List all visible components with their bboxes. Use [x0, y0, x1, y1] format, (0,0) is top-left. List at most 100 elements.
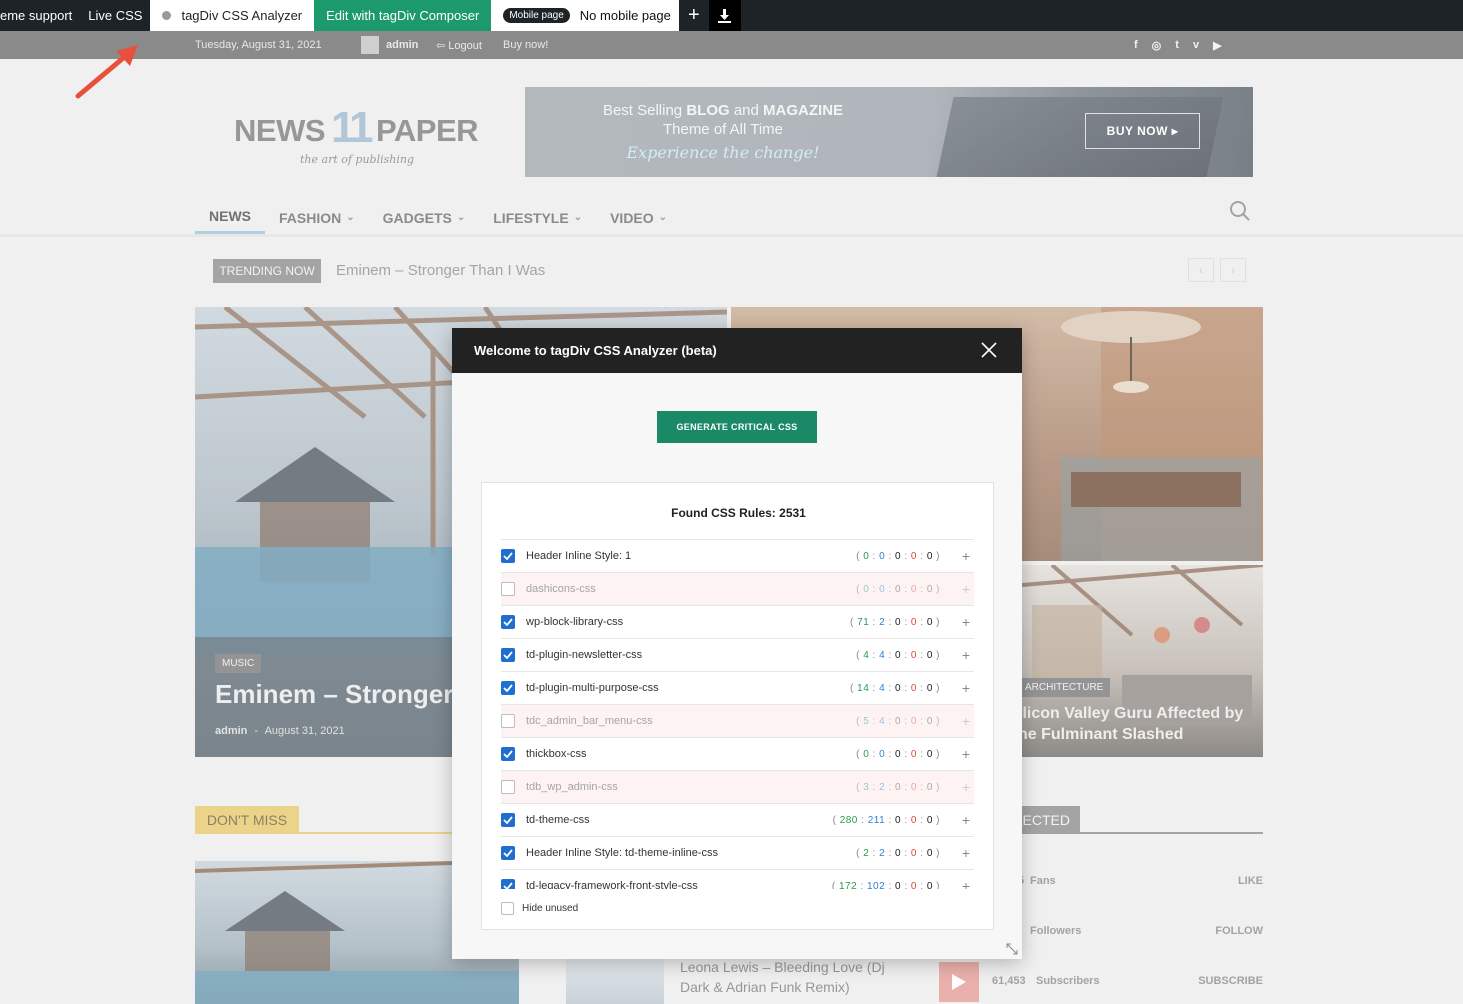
hero-side-title-line1[interactable]: ilicon Valley Guru Affected by [1022, 705, 1243, 723]
css-rule-row[interactable]: wp-block-library-css ( 71 : 2 : 0 : 0 : 0… [501, 605, 974, 638]
instagram-icon[interactable]: ◎ [1152, 39, 1162, 52]
annotation-arrow-icon [75, 45, 138, 99]
follow-button[interactable]: FOLLOW [1215, 925, 1263, 937]
rule-counts: ( 0 : 0 : 0 : 0 : 0 ) [856, 748, 940, 760]
expand-plus-icon[interactable]: + [960, 812, 972, 828]
hero-date: August 31, 2021 [264, 725, 345, 737]
banner-buy-now-button[interactable]: BUY NOW ▸ [1085, 113, 1200, 149]
hide-unused-toggle[interactable]: Hide unused [501, 902, 578, 915]
resize-icon[interactable] [1006, 943, 1018, 955]
rule-checkbox[interactable] [501, 648, 515, 662]
post-title-link[interactable]: Leona Lewis – Bleeding Love (Dj Dark & A… [680, 957, 910, 997]
css-rule-row[interactable]: tdc_admin_bar_menu-css ( 5 : 4 : 0 : 0 : … [501, 704, 974, 737]
post-thumbnail[interactable] [566, 958, 664, 1004]
css-rule-row[interactable]: thickbox-css ( 0 : 0 : 0 : 0 : 0 ) + [501, 737, 974, 770]
rule-checkbox[interactable] [501, 582, 515, 596]
expand-plus-icon[interactable]: + [960, 713, 972, 729]
add-new-button[interactable]: + [679, 0, 709, 31]
youtube-play-icon[interactable] [939, 962, 979, 1002]
css-rule-row[interactable]: tdb_wp_admin-css ( 3 : 2 : 0 : 0 : 0 ) + [501, 770, 974, 803]
css-rule-row[interactable]: dashicons-css ( 0 : 0 : 0 : 0 : 0 ) + [501, 572, 974, 605]
download-button[interactable] [708, 0, 741, 31]
expand-plus-icon[interactable]: + [960, 614, 972, 630]
hero-architecture-post[interactable]: ARCHITECTURE ilicon Valley Guru Affected… [1022, 565, 1263, 757]
rule-checkbox[interactable] [501, 681, 515, 695]
like-button[interactable]: LIKE [1238, 875, 1263, 887]
rule-counts: ( 5 : 4 : 0 : 0 : 0 ) [856, 715, 940, 727]
generate-critical-css-button[interactable]: GENERATE CRITICAL CSS [657, 411, 817, 443]
search-icon[interactable] [1229, 200, 1251, 222]
rule-counts: ( 14 : 4 : 0 : 0 : 0 ) [850, 682, 940, 694]
rule-checkbox[interactable] [501, 846, 515, 860]
hero-side-title-line2[interactable]: he Fulminant Slashed [1022, 726, 1183, 744]
css-rules-list[interactable]: Header Inline Style: 1 ( 0 : 0 : 0 : 0 : … [501, 539, 974, 889]
logo-number[interactable]: 11 [331, 103, 373, 153]
edit-with-composer-button[interactable]: Edit with tagDiv Composer [314, 0, 492, 31]
dont-miss-underline [195, 832, 495, 834]
trending-now-label: TRENDING NOW [213, 259, 321, 283]
admin-user-link[interactable]: admin [386, 39, 418, 51]
css-rule-row[interactable]: td-legacy-framework-front-style-css ( 172… [501, 869, 974, 889]
checkmark-icon [503, 618, 513, 626]
hero-category-badge[interactable]: MUSIC [215, 654, 262, 673]
trending-next-button[interactable]: › [1220, 258, 1246, 282]
subscribe-button[interactable]: SUBSCRIBE [1198, 975, 1263, 987]
css-rule-row[interactable]: Header Inline Style: td-theme-inline-css… [501, 836, 974, 869]
close-icon[interactable] [978, 339, 1000, 361]
css-analyzer-tab[interactable]: tagDiv CSS Analyzer [150, 0, 315, 31]
expand-plus-icon[interactable]: + [960, 878, 972, 889]
rule-checkbox[interactable] [501, 813, 515, 827]
css-rule-row[interactable]: td-theme-css ( 280 : 211 : 0 : 0 : 0 ) + [501, 803, 974, 836]
menu-item-news[interactable]: NEWS [195, 201, 265, 234]
expand-plus-icon[interactable]: + [960, 647, 972, 663]
twitter-icon[interactable]: t [1175, 39, 1179, 52]
expand-plus-icon[interactable]: + [960, 779, 972, 795]
menu-item-video[interactable]: VIDEO ⌄ [596, 201, 681, 234]
rule-checkbox[interactable] [501, 879, 515, 889]
mobile-page-menu[interactable]: Mobile page No mobile page [491, 0, 679, 31]
youtube-icon[interactable]: ▶ [1213, 39, 1221, 52]
vimeo-icon[interactable]: v [1193, 39, 1199, 52]
hero-author[interactable]: admin [215, 725, 247, 737]
scrollbar[interactable] [993, 553, 994, 579]
menu-item-gadgets[interactable]: GADGETS ⌄ [369, 201, 480, 234]
theme-support-link[interactable]: eme support [0, 0, 80, 31]
css-rule-row[interactable]: td-plugin-multi-purpose-css ( 14 : 4 : 0 … [501, 671, 974, 704]
stay-connected-underline [1022, 832, 1263, 834]
buy-now-link[interactable]: Buy now! [503, 39, 548, 51]
hero-main-meta: admin - August 31, 2021 [215, 725, 345, 737]
expand-plus-icon[interactable]: + [960, 680, 972, 696]
rule-checkbox[interactable] [501, 780, 515, 794]
css-rule-row[interactable]: Header Inline Style: 1 ( 0 : 0 : 0 : 0 : … [501, 539, 974, 572]
trending-title-link[interactable]: Eminem – Stronger Than I Was [336, 262, 545, 279]
rule-checkbox[interactable] [501, 615, 515, 629]
hero-side-category-badge[interactable]: ARCHITECTURE [1022, 678, 1111, 697]
admin-bar: eme support Live CSS tagDiv CSS Analyzer… [0, 0, 1463, 31]
live-css-link[interactable]: Live CSS [80, 0, 150, 31]
logo-word-paper[interactable]: PAPER [376, 113, 479, 149]
menu-item-lifestyle[interactable]: LIFESTYLE ⌄ [479, 201, 596, 234]
trending-prev-button[interactable]: ‹ [1188, 258, 1214, 282]
expand-plus-icon[interactable]: + [960, 845, 972, 861]
rule-counts: ( 0 : 0 : 0 : 0 : 0 ) [856, 583, 940, 595]
css-rule-row[interactable]: td-plugin-newsletter-css ( 4 : 4 : 0 : 0 … [501, 638, 974, 671]
logo-tagline: the art of publishing [300, 153, 415, 166]
expand-plus-icon[interactable]: + [960, 746, 972, 762]
social-icons: f ◎ t v ▶ [1134, 39, 1222, 52]
rule-counts: ( 2 : 2 : 0 : 0 : 0 ) [856, 847, 940, 859]
expand-plus-icon[interactable]: + [960, 581, 972, 597]
chevron-down-icon: ⌄ [456, 212, 466, 223]
logout-link[interactable]: ⇦ Logout [436, 39, 482, 52]
rule-checkbox[interactable] [501, 714, 515, 728]
hero-main-title[interactable]: Eminem – Stronger [215, 679, 453, 710]
checkmark-icon [503, 849, 513, 857]
expand-plus-icon[interactable]: + [960, 548, 972, 564]
logo-word-news[interactable]: NEWS [234, 113, 326, 149]
header-ad-banner[interactable]: Best Selling BLOG and MAGAZINE Theme of … [525, 87, 1253, 177]
facebook-icon[interactable]: f [1134, 39, 1138, 52]
hide-unused-checkbox[interactable] [501, 902, 514, 915]
rule-checkbox[interactable] [501, 747, 515, 761]
rule-checkbox[interactable] [501, 549, 515, 563]
menu-item-fashion[interactable]: FASHION ⌄ [265, 201, 369, 234]
hide-unused-label: Hide unused [522, 903, 579, 914]
